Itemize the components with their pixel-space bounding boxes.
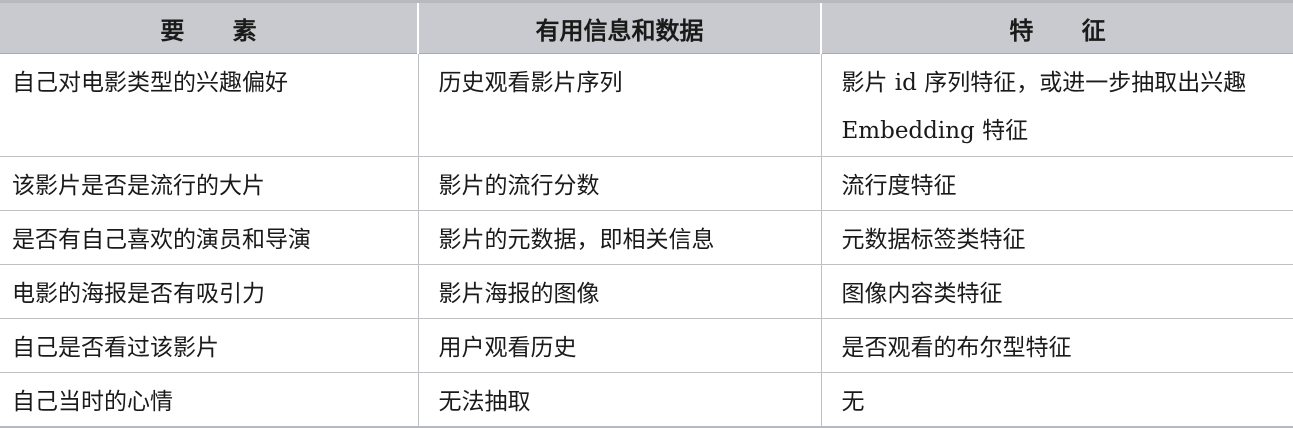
cell-feature: 无: [820, 372, 1293, 428]
cell-feature: 影片 id 序列特征，或进一步抽取出兴趣 Embedding 特征: [820, 53, 1293, 157]
table-row: 自己对电影类型的兴趣偏好 历史观看影片序列 影片 id 序列特征，或进一步抽取出…: [0, 53, 1293, 157]
cell-element: 是否有自己喜欢的演员和导演: [0, 210, 418, 265]
header-feature: 特 征: [820, 0, 1293, 54]
cell-useful-info: 影片的流行分数: [417, 156, 821, 211]
cell-feature: 图像内容类特征: [820, 264, 1293, 319]
table-body: 自己对电影类型的兴趣偏好 历史观看影片序列 影片 id 序列特征，或进一步抽取出…: [0, 53, 1293, 428]
header-useful-info: 有用信息和数据: [417, 0, 821, 54]
cell-element: 自己对电影类型的兴趣偏好: [0, 53, 418, 157]
cell-element: 自己当时的心情: [0, 372, 418, 428]
table-row: 电影的海报是否有吸引力 影片海报的图像 图像内容类特征: [0, 264, 1293, 319]
cell-useful-info: 历史观看影片序列: [417, 53, 821, 157]
cell-feature: 流行度特征: [820, 156, 1293, 211]
feature-table: 要 素 有用信息和数据 特 征 自己对电影类型的兴趣偏好 历史观看影片序列 影片…: [0, 0, 1293, 428]
cell-element: 电影的海报是否有吸引力: [0, 264, 418, 319]
feature-table-container: 要 素 有用信息和数据 特 征 自己对电影类型的兴趣偏好 历史观看影片序列 影片…: [0, 0, 1293, 428]
cell-feature: 元数据标签类特征: [820, 210, 1293, 265]
table-row: 是否有自己喜欢的演员和导演 影片的元数据，即相关信息 元数据标签类特征: [0, 210, 1293, 265]
table-row: 自己是否看过该影片 用户观看历史 是否观看的布尔型特征: [0, 318, 1293, 373]
cell-element: 自己是否看过该影片: [0, 318, 418, 373]
table-row: 该影片是否是流行的大片 影片的流行分数 流行度特征: [0, 156, 1293, 211]
table-row: 自己当时的心情 无法抽取 无: [0, 372, 1293, 428]
cell-useful-info: 影片的元数据，即相关信息: [417, 210, 821, 265]
cell-useful-info: 影片海报的图像: [417, 264, 821, 319]
cell-feature: 是否观看的布尔型特征: [820, 318, 1293, 373]
cell-useful-info: 用户观看历史: [417, 318, 821, 373]
header-element: 要 素: [0, 0, 418, 54]
table-header: 要 素 有用信息和数据 特 征: [0, 0, 1293, 54]
header-row: 要 素 有用信息和数据 特 征: [0, 0, 1293, 54]
cell-element: 该影片是否是流行的大片: [0, 156, 418, 211]
cell-useful-info: 无法抽取: [417, 372, 821, 428]
